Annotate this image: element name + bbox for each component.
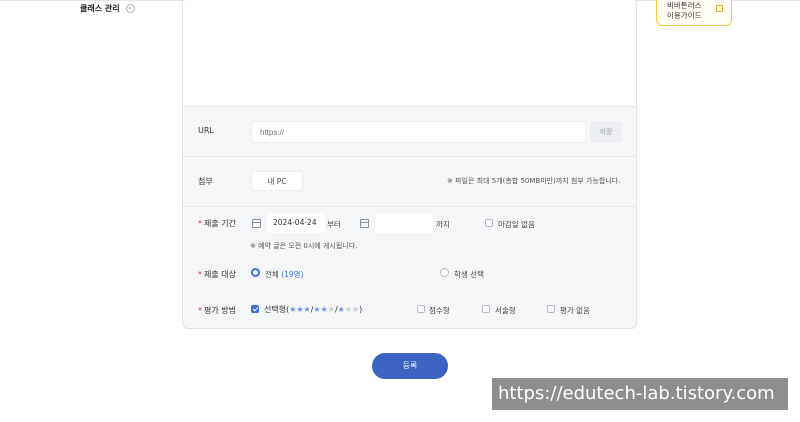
url-save-button[interactable]: 저장 [590,121,622,143]
guide-line1: 비바튼러스 [667,1,702,10]
target-all-radio[interactable] [251,268,260,277]
end-date-field[interactable] [375,213,433,233]
target-row: * 제출 대상 전체 (19명) 학생 선택 [183,257,636,293]
eval-score-checkbox[interactable] [417,305,425,313]
eval-choice-label: 선택형(★★★/★★★/★★★) [264,305,363,314]
watermark-url: https://edutech-lab.tistory.com [492,378,788,410]
my-pc-upload-button[interactable]: 내 PC [251,171,303,191]
start-date-field[interactable]: 2024-04-24 [267,213,325,233]
eval-essay-checkbox[interactable] [482,305,490,313]
url-label: URL [198,126,214,135]
no-deadline-label: 마감일 없음 [498,220,535,229]
star-rating-3-icon: ★★★ [289,305,311,314]
guide-line2: 이용가이드 [667,11,702,20]
eval-essay-label: 서술형 [495,306,516,315]
target-label: * 제출 대상 [198,270,236,279]
assignment-form-panel: URL 저장 첨부 내 PC ※ 파일은 최대 5개(총합 50MB미만)까지 … [182,0,637,329]
period-note: ※ 예약 글은 오전 0시에 게시됩니다. [250,242,358,250]
target-select-label: 학생 선택 [454,270,484,279]
url-input[interactable] [251,121,586,143]
external-link-icon [716,5,723,12]
eval-none-checkbox[interactable] [547,305,555,313]
eval-label: * 평가 방법 [198,306,236,315]
usage-guide-card[interactable]: 비바튼러스 이용가이드 [656,0,732,26]
target-select-radio[interactable] [440,268,449,277]
content-editor-area[interactable] [183,0,636,107]
period-label: * 제출 기간 [198,219,236,228]
target-all-label: 전체 (19명) [265,270,304,279]
until-text: 까지 [436,220,450,229]
no-deadline-checkbox[interactable] [485,219,493,227]
from-text: 부터 [327,220,341,229]
submit-button[interactable]: 등록 [372,353,448,379]
attach-note: ※ 파일은 최대 5개(총합 50MB미만)까지 첨부 가능합니다. [447,177,621,185]
url-row: URL 저장 [183,107,636,157]
attach-label: 첨부 [198,177,213,186]
period-row: * 제출 기간 2024-04-24 부터 까지 마감일 없음 ※ 예약 글은 오… [183,207,636,257]
attach-row: 첨부 내 PC ※ 파일은 최대 5개(총합 50MB미만)까지 첨부 가능합니… [183,157,636,207]
eval-row: * 평가 방법 선택형(★★★/★★★/★★★) 점수형 서술형 평가 없음 [183,293,636,328]
eval-none-label: 평가 없음 [560,306,590,315]
class-manage-label: 클래스 관리 [80,4,120,13]
eval-score-label: 점수형 [429,306,450,315]
gear-icon[interactable] [125,4,135,13]
start-calendar-icon[interactable] [252,219,261,228]
eval-choice-checkbox[interactable] [251,305,259,313]
end-calendar-icon[interactable] [360,219,369,228]
class-manage-link[interactable]: 클래스 관리 [80,3,135,14]
